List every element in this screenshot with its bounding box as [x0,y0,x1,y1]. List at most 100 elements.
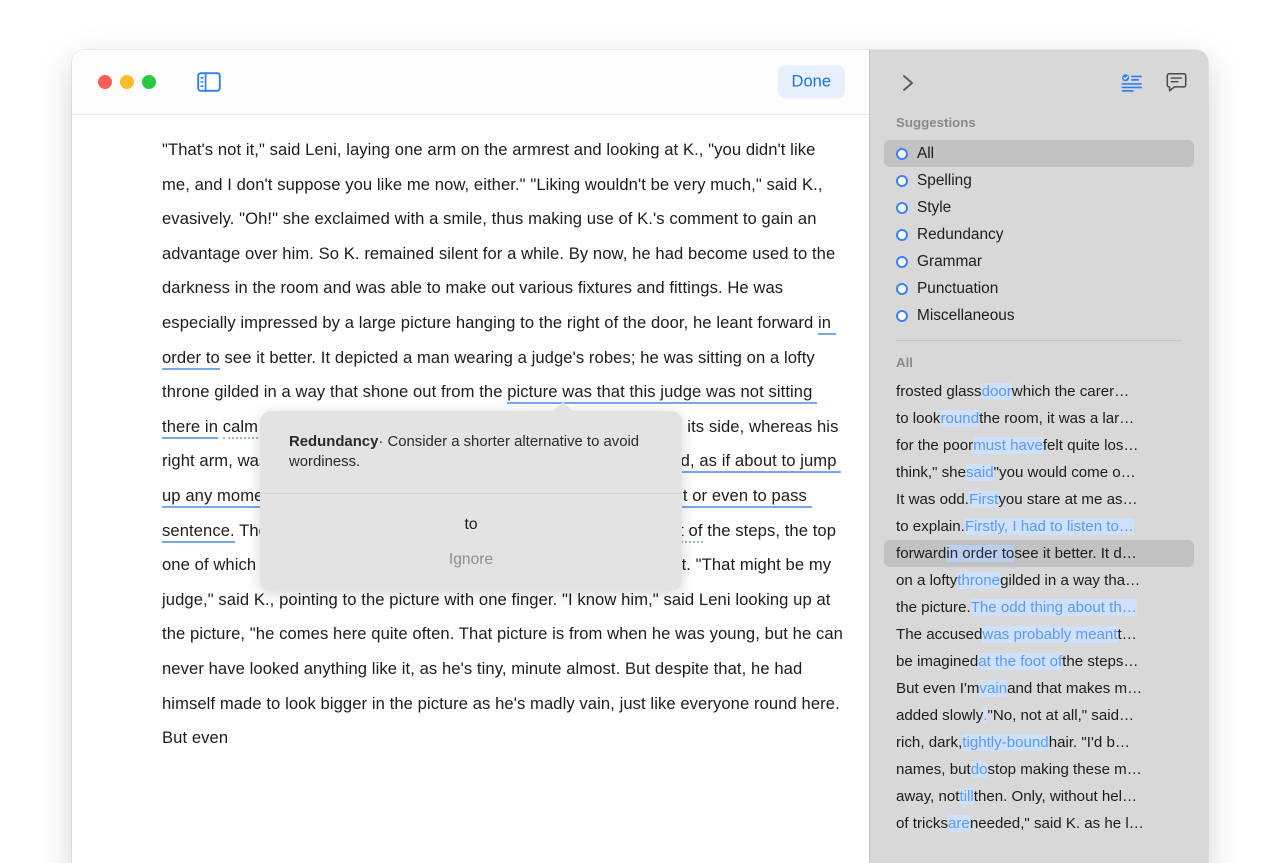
filter-item-redundancy[interactable]: Redundancy [884,221,1194,248]
suggestion-item-suffix: "No, not at all," said… [987,707,1135,724]
suggestion-item-highlight: tightly-bound [962,734,1049,751]
suggestion-list-item[interactable]: be imagined at the foot of the steps… [884,648,1194,675]
suggestion-item-highlight: was probably meant [982,626,1118,643]
popover-category: Redundancy [289,434,379,450]
radio-icon[interactable] [896,201,908,214]
suggestion-list-item[interactable]: to look round the room, it was a lar… [884,405,1194,432]
suggestion-list-item[interactable]: frosted glass door which the carer… [884,378,1194,405]
radio-icon[interactable] [896,147,908,160]
suggestion-item-prefix: the picture. [896,599,971,616]
suggestion-list-item[interactable]: The accused was probably meant t… [884,621,1194,648]
suggestion-item-prefix: be imagined [896,653,979,670]
suggestion-item-suffix: see it better. It d… [1014,545,1137,562]
suggestion-item-prefix: But even I'm [896,680,980,697]
filter-item-label: Style [917,198,952,216]
suggestion-list-item[interactable]: rich, dark, tightly-bound hair. "I'd b… [884,729,1194,756]
suggestion-list-item[interactable]: think," she said "you would come o… [884,459,1194,486]
suggestion-item-suffix: the room, it was a lar… [979,410,1135,427]
suggestion-item-suffix: "you would come o… [993,464,1136,481]
sidebar-header [870,50,1208,115]
comment-bubble-icon[interactable] [1164,72,1188,94]
suggestion-item-suffix: and that makes m… [1007,680,1143,697]
suggestion-item-highlight: The odd thing about th… [970,599,1137,616]
minimize-window-button[interactable] [120,75,134,89]
suggestion-list-item[interactable]: on a lofty throne gilded in a way tha… [884,567,1194,594]
filter-list: All Spelling Style Redundancy Grammar Punctua… [870,140,1208,329]
popover-separator: · [378,434,384,450]
filter-item-label: Punctuation [917,279,999,297]
filter-item-label: Miscellaneous [917,306,1015,324]
suggestion-item-prefix: rich, dark, [896,734,963,751]
suggestion-item-highlight: must have [973,437,1043,454]
suggestion-item-highlight: throne [957,572,1001,589]
suggestion-list-item[interactable]: added slowly. "No, not at all," said… [884,702,1194,729]
radio-icon[interactable] [896,309,908,322]
radio-icon[interactable] [896,228,908,241]
suggestions-sidebar: Suggestions All Spelling Style Redundancy Gr… [869,50,1208,863]
suggestion-item-suffix: stop making these m… [987,761,1142,778]
document-pane: Done "That's not it," said Leni, laying … [72,50,869,863]
chevron-right-icon[interactable] [896,71,920,95]
filter-item-all[interactable]: All [884,140,1194,167]
filter-item-label: Grammar [917,252,982,270]
document-text-run: "That's not it," said Leni, laying one a… [162,140,840,332]
suggestion-item-prefix: It was odd. [896,491,969,508]
filter-item-label: Spelling [917,171,972,189]
app-window: Done "That's not it," said Leni, laying … [72,50,1208,863]
filter-item-label: All [917,144,935,162]
suggestion-item-highlight: Firstly, I had to listen to… [964,518,1134,535]
filter-item-grammar[interactable]: Grammar [884,248,1194,275]
filter-item-style[interactable]: Style [884,194,1194,221]
suggestion-list: frosted glass door which the carer… to lo… [870,378,1208,863]
suggestion-item-prefix: The accused [896,626,983,643]
suggestion-item-prefix: frosted glass [896,383,982,400]
suggestion-item-suffix: the steps… [1062,653,1139,670]
filter-item-spelling[interactable]: Spelling [884,167,1194,194]
popover-ignore-button[interactable]: Ignore [260,551,682,569]
sidebar-toggle-icon[interactable] [196,71,222,93]
suggestion-item-prefix: for the poor [896,437,974,454]
suggestion-item-prefix: on a lofty [896,572,958,589]
suggestion-item-suffix: you stare at me as… [998,491,1138,508]
suggestion-item-prefix: forward [896,545,947,562]
radio-icon[interactable] [896,255,908,268]
suggestion-item-highlight: till [959,788,974,805]
suggestion-list-item[interactable]: But even I'm vain and that makes m… [884,675,1194,702]
suggestion-list-item[interactable]: the picture. The odd thing about th… [884,594,1194,621]
sidebar-header-icons [1120,72,1188,94]
close-window-button[interactable] [98,75,112,89]
zoom-window-button[interactable] [142,75,156,89]
popover-message: Redundancy· Consider a shorter alternati… [260,411,682,493]
radio-icon[interactable] [896,282,908,295]
popover-arrow [552,402,574,412]
desktop-background: Done "That's not it," said Leni, laying … [0,0,1280,863]
suggestion-item-prefix: to look [896,410,941,427]
popover-suggestion-option[interactable]: to [260,512,682,538]
suggestion-list-item[interactable]: names, but do stop making these m… [884,756,1194,783]
done-button[interactable]: Done [777,65,845,99]
suggestion-item-prefix: names, but [896,761,971,778]
suggestion-item-highlight: are [948,815,970,832]
suggestion-list-item[interactable]: for the poor must have felt quite los… [884,432,1194,459]
suggestion-item-highlight: door [981,383,1012,400]
suggestion-list-item[interactable]: forward in order to see it better. It d… [884,540,1194,567]
suggestion-list-item[interactable]: to explain. Firstly, I had to listen to… [884,513,1194,540]
filter-item-miscellaneous[interactable]: Miscellaneous [884,302,1194,329]
suggestion-item-highlight: vain [979,680,1008,697]
filter-item-label: Redundancy [917,225,1004,243]
filter-item-punctuation[interactable]: Punctuation [884,275,1194,302]
suggestion-item-highlight: said [965,464,994,481]
suggestion-item-suffix: hair. "I'd b… [1048,734,1130,751]
suggestion-item-prefix: to explain. [896,518,965,535]
suggestion-item-highlight: at the foot of [978,653,1063,670]
suggestion-item-suffix: felt quite los… [1042,437,1139,454]
suggestion-item-suffix: then. Only, without hel… [973,788,1138,805]
suggestion-list-item[interactable]: of tricks are needed," said K. as he l… [884,810,1194,837]
suggestion-list-item[interactable]: It was odd. First you stare at me as… [884,486,1194,513]
suggestion-list-item[interactable]: away, not till then. Only, without hel… [884,783,1194,810]
radio-icon[interactable] [896,174,908,187]
proofread-checklist-icon[interactable] [1120,72,1144,94]
suggestion-list-heading: All [896,355,913,370]
suggestion-item-prefix: away, not [896,788,960,805]
suggestion-item-prefix: think," she [896,464,966,481]
